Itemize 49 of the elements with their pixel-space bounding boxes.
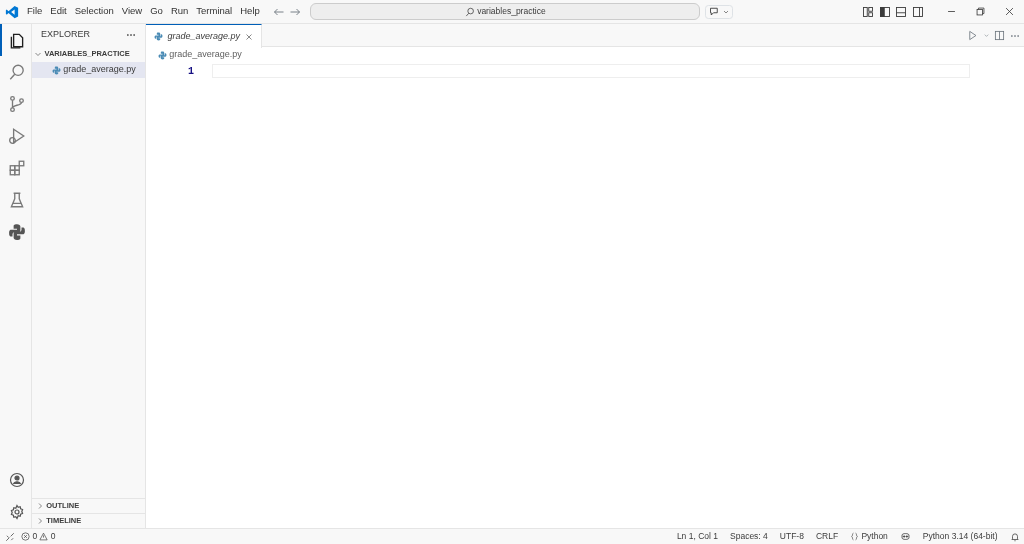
sidebar-toggle-icon[interactable]: [878, 5, 891, 18]
account-icon[interactable]: [9, 472, 25, 488]
layout-grid-icon[interactable]: [862, 5, 874, 18]
split-editor-icon[interactable]: [994, 30, 1005, 41]
status-item[interactable]: Python 3.14 (64-bit): [916, 530, 1004, 543]
extensions-icon[interactable]: [8, 159, 26, 177]
status-item[interactable]: CRLF: [809, 530, 845, 543]
status-item[interactable]: Spaces: 4: [724, 530, 774, 543]
python-icon[interactable]: [8, 223, 26, 241]
menu-item[interactable]: Selection: [70, 4, 118, 19]
menu-item[interactable]: View: [117, 4, 147, 19]
status-item[interactable]: Ln 1, Col 1: [670, 530, 724, 543]
python-file-icon: [52, 65, 61, 75]
app-logo-icon: [4, 4, 19, 19]
python-file-icon: [158, 50, 167, 60]
close-icon[interactable]: [1004, 5, 1015, 17]
menu-item[interactable]: Go: [146, 4, 167, 19]
sidebar-title: EXPLORER: [41, 28, 91, 42]
close-icon[interactable]: [244, 32, 253, 41]
status-item[interactable]: Python: [844, 530, 894, 543]
menu-item[interactable]: Help: [236, 4, 264, 19]
flask-icon[interactable]: [8, 191, 26, 209]
run-icon[interactable]: [967, 30, 978, 41]
braces-icon: [850, 532, 860, 541]
restore-icon[interactable]: [975, 5, 986, 17]
search-icon: [464, 6, 475, 17]
problems-indicator[interactable]: 0 0: [19, 530, 58, 543]
files-icon[interactable]: [8, 31, 26, 49]
status-item[interactable]: UTF-8: [773, 530, 810, 543]
line-number: 1: [187, 64, 194, 79]
python-file-icon: [154, 32, 163, 41]
run-debug-icon[interactable]: [8, 127, 26, 145]
menu-item[interactable]: Edit: [46, 4, 71, 19]
command-center[interactable]: variables_practice: [310, 3, 701, 20]
bell-icon[interactable]: [1009, 531, 1020, 542]
split-panel-icon[interactable]: [911, 5, 924, 18]
source-branch-icon[interactable]: [8, 95, 26, 113]
menu-item[interactable]: File: [23, 4, 47, 19]
explorer-entry[interactable]: grade_average.py: [32, 62, 145, 78]
warning-icon: [39, 532, 49, 541]
menu-item[interactable]: Run: [166, 4, 193, 19]
menu-item[interactable]: Terminal: [192, 4, 237, 19]
remote-icon[interactable]: [4, 531, 15, 542]
panel-toggle-icon[interactable]: [895, 5, 907, 18]
search-icon[interactable]: [8, 63, 26, 81]
error-icon: [21, 532, 31, 541]
breadcrumb-item[interactable]: grade_average.py: [169, 48, 242, 62]
editor-tab[interactable]: grade_average.py: [146, 24, 262, 48]
settings-icon[interactable]: [9, 504, 25, 520]
